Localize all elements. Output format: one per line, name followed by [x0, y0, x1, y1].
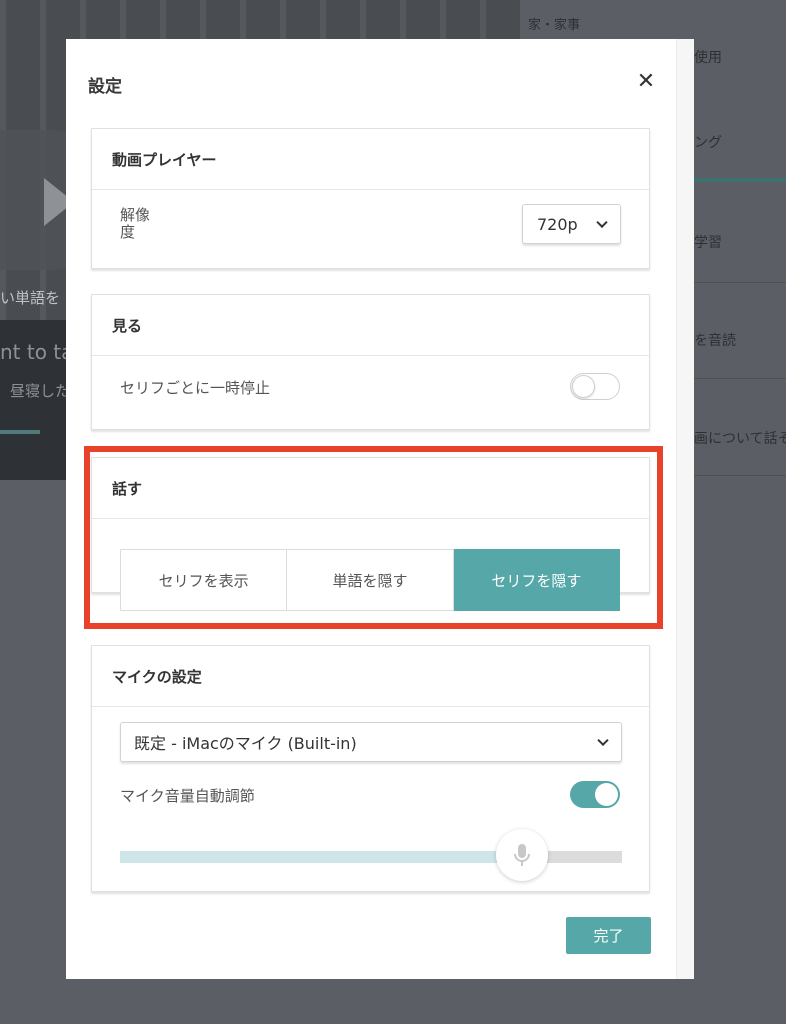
- view-heading: 見る: [92, 295, 649, 356]
- modal-scrollbar[interactable]: [676, 39, 694, 979]
- background-divider: [692, 378, 786, 379]
- video-player-card: 動画プレイヤー 解像 度 720p: [91, 128, 650, 269]
- background-tab-indicator: [692, 178, 786, 182]
- caption-subtext: 昼寝した: [10, 382, 71, 400]
- background-item: ング: [694, 135, 722, 151]
- resolution-select[interactable]: 720p: [522, 204, 621, 244]
- resolution-label: 解像 度: [120, 206, 151, 241]
- background-item: 使用: [694, 50, 722, 66]
- microphone-icon: [514, 844, 530, 866]
- done-button[interactable]: 完了: [566, 917, 651, 954]
- background-item: 画について話そ: [694, 431, 786, 447]
- pause-per-line-toggle[interactable]: [570, 373, 620, 400]
- chevron-down-icon: [596, 216, 608, 229]
- mic-volume-fill: [120, 851, 515, 863]
- background-item: 学習: [694, 235, 722, 251]
- modal-title: 設定: [88, 77, 122, 97]
- background-category: 家・家事: [528, 18, 581, 33]
- view-card: 見る セリフごとに一時停止: [91, 294, 650, 430]
- mic-device-select[interactable]: 既定 - iMacのマイク (Built-in): [120, 722, 622, 762]
- toggle-knob: [595, 783, 618, 806]
- resolution-value: 720p: [537, 214, 578, 234]
- chevron-down-icon: [597, 734, 609, 747]
- caption-text: nt to ta: [0, 340, 74, 364]
- auto-gain-toggle[interactable]: [570, 781, 620, 808]
- mic-volume-handle[interactable]: [496, 829, 548, 881]
- video-overlay-text: い単語を: [0, 289, 61, 307]
- background-divider: [692, 475, 786, 476]
- highlight-frame: [84, 446, 663, 629]
- video-progress: [0, 430, 40, 434]
- auto-gain-label: マイク音量自動調節: [120, 787, 255, 805]
- background-divider: [692, 282, 786, 283]
- mic-settings-heading: マイクの設定: [92, 646, 649, 707]
- close-icon: ✕: [636, 69, 656, 94]
- pause-per-line-label: セリフごとに一時停止: [120, 379, 271, 397]
- mic-settings-card: マイクの設定 既定 - iMacのマイク (Built-in) マイク音量自動調…: [91, 645, 650, 892]
- background-item: を音読: [694, 333, 736, 349]
- close-button[interactable]: ✕: [634, 69, 658, 95]
- toggle-knob: [572, 375, 595, 398]
- mic-device-value: 既定 - iMacのマイク (Built-in): [134, 734, 357, 753]
- video-player-heading: 動画プレイヤー: [92, 129, 649, 190]
